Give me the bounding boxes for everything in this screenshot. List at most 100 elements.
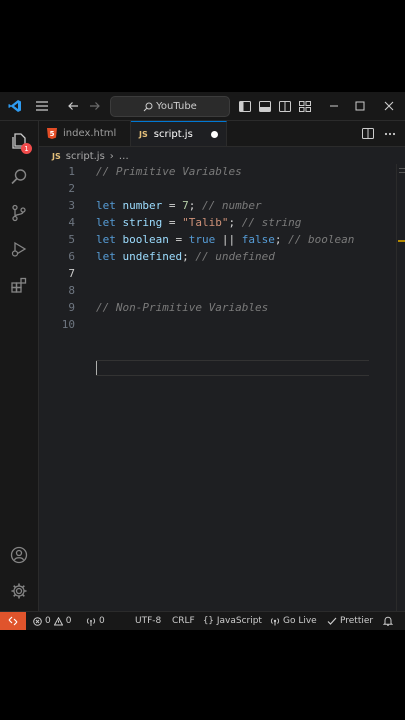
breadcrumb-rest: … [118,150,129,162]
search-label: YouTube [156,101,197,112]
boolean-literal: true [188,233,216,246]
prettier-label: Prettier [340,616,374,626]
explorer-badge: 1 [21,143,32,154]
language-indicator[interactable]: {} JavaScript [203,612,262,630]
unsaved-dot-icon[interactable] [211,130,218,138]
identifier: undefined [122,250,183,263]
javascript-file-icon: JS [52,151,61,161]
scroll-marker [398,240,405,242]
explorer-icon[interactable]: 1 [0,123,38,159]
forward-arrow-icon[interactable] [84,92,106,120]
problems-indicator[interactable]: 0 0 [33,612,71,630]
boolean-literal: false [241,233,275,246]
code-line-5: let boolean = true || false; // boolean [96,233,354,246]
line-number: 8 [68,284,75,297]
breadcrumb[interactable]: JS script.js › … [52,148,129,164]
tab-index-html[interactable]: 5 index.html [39,121,131,146]
extensions-icon[interactable] [0,267,38,303]
line-number: 2 [68,182,75,195]
keyword: let [96,216,116,229]
identifier: string [122,216,163,229]
double-check-icon [327,617,337,625]
operator: = [168,233,189,246]
line-number: 1 [68,165,75,178]
customize-layout-icon[interactable] [296,92,314,120]
account-icon[interactable] [0,537,38,573]
comment: // number [195,199,262,212]
remote-indicator-icon[interactable] [0,612,26,630]
antenna-icon [86,617,96,626]
code-editor[interactable]: 1 2 3 4 5 6 7 8 9 10 // Primitive Variab… [39,164,405,611]
prettier-indicator[interactable]: Prettier [327,612,373,630]
identifier: number [122,199,163,212]
code-line-9: // Non-Primitive Variables [96,301,268,314]
tab-script-js[interactable]: JS script.js [131,121,227,146]
activity-bar: 1 [0,121,39,611]
braces-icon: {} [203,616,214,626]
code-line-1: // Primitive Variables [96,165,242,178]
line-number: 3 [68,199,75,212]
editor-tabs: 5 index.html JS script.js [39,121,405,147]
current-line-highlight [96,360,369,376]
javascript-file-icon: JS [139,129,148,139]
source-control-icon[interactable] [0,195,38,231]
close-icon[interactable] [376,92,402,120]
go-live-button[interactable]: Go Live [270,612,317,630]
error-count: 0 [45,616,51,626]
number-literal: 7 [182,199,189,212]
gear-icon[interactable] [0,573,38,609]
semicolon: ; [182,250,189,263]
run-debug-icon[interactable] [0,231,38,267]
broadcast-icon [270,618,280,626]
menu-icon[interactable] [30,92,54,120]
vscode-window: YouTube 1 5 index.html JS script.js JS s… [0,92,405,630]
warning-count: 0 [65,616,72,626]
operator: || [215,233,242,246]
language-label: JavaScript [216,616,262,626]
operator: = [162,199,183,212]
go-live-label: Go Live [283,616,317,626]
comment: // boolean [281,233,355,246]
breadcrumb-file: script.js [65,150,105,162]
line-number: 6 [68,250,75,263]
tab-label: script.js [153,128,193,140]
code-line-3: let number = 7; // number [96,199,262,212]
more-actions-icon[interactable] [379,121,401,146]
split-editor-icon[interactable] [357,121,379,146]
code-line-6: let undefined; // undefined [96,250,275,263]
eol-label: CRLF [172,616,195,626]
command-center-search[interactable]: YouTube [110,96,230,117]
string-literal: "Talib" [182,216,229,229]
keyword: let [96,233,116,246]
toggle-primary-sidebar-icon[interactable] [236,92,254,120]
comment: // Non-Primitive Variables [96,301,269,314]
ports-count: 0 [99,616,105,626]
encoding-label: UTF-8 [135,616,162,626]
keyword: let [96,250,116,263]
line-number-current: 7 [68,267,75,280]
chevron-right-icon: › [109,150,114,162]
back-arrow-icon[interactable] [62,92,84,120]
operator: = [162,216,183,229]
encoding-indicator[interactable]: UTF-8 [135,612,161,630]
warning-icon [53,616,63,625]
html5-icon: 5 [47,128,57,139]
line-number: 5 [68,233,75,246]
comment: // string [235,216,302,229]
search-icon [143,102,153,111]
maximize-icon[interactable] [348,92,372,120]
toggle-secondary-sidebar-icon[interactable] [276,92,294,120]
eol-indicator[interactable]: CRLF [172,612,195,630]
toggle-panel-icon[interactable] [256,92,274,120]
comment: // Primitive Variables [96,165,242,178]
line-number: 9 [68,301,75,314]
ports-indicator[interactable]: 0 [86,612,105,630]
notifications-bell-icon[interactable] [383,612,393,630]
tab-label: index.html [63,128,117,139]
status-bar: 0 0 0 UTF-8 CRLF {} JavaScript Go Live P… [0,611,405,630]
text-cursor [96,361,97,375]
search-sidebar-icon[interactable] [0,159,38,195]
minimap[interactable] [396,164,405,611]
code-line-4: let string = "Talib"; // string [96,216,301,229]
minimize-icon[interactable] [322,92,346,120]
